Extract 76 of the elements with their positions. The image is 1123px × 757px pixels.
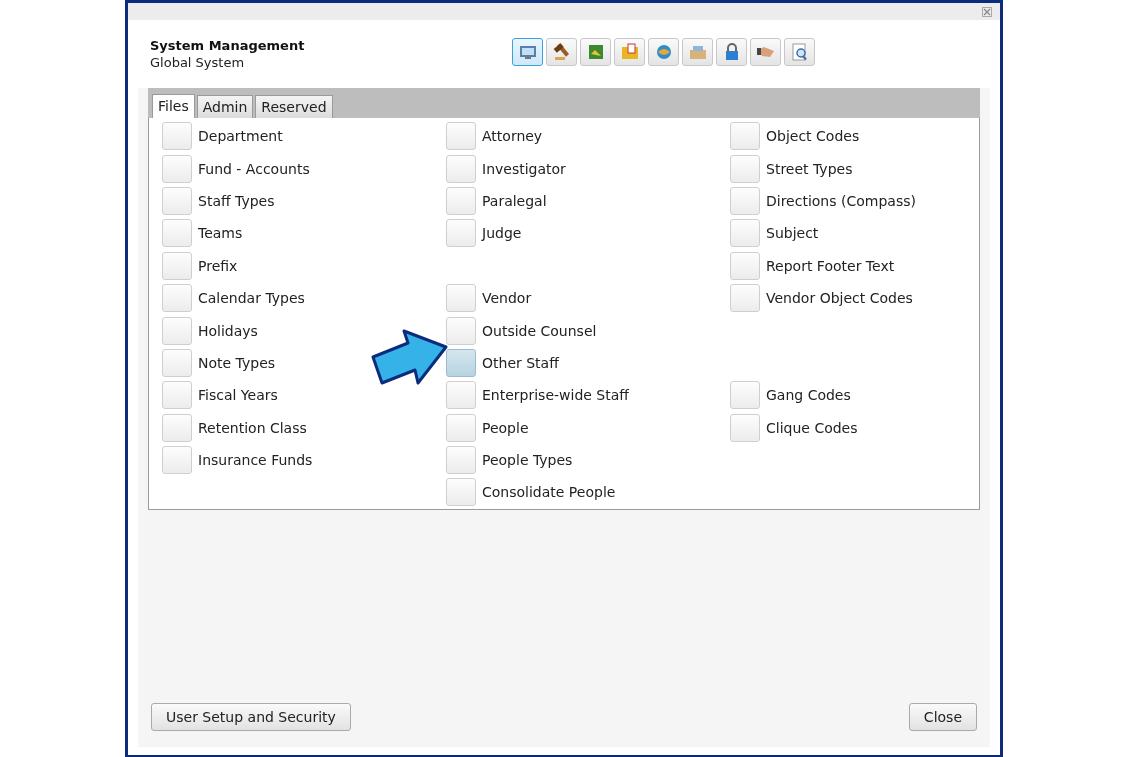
option-button[interactable] <box>446 381 476 410</box>
option-label: Subject <box>766 225 819 242</box>
option-button[interactable] <box>446 284 476 313</box>
option-label: Attorney <box>482 128 543 145</box>
option-label: Paralegal <box>482 192 547 209</box>
option-label: Retention Class <box>198 419 307 436</box>
option-button[interactable] <box>162 122 192 151</box>
option-button[interactable] <box>730 219 760 248</box>
option-button[interactable] <box>162 251 192 280</box>
option-label: Teams <box>198 225 243 242</box>
option-label: Outside Counsel <box>482 322 597 339</box>
option-label: Report Footer Text <box>766 257 895 274</box>
option-button[interactable] <box>162 348 192 377</box>
option-button[interactable] <box>162 316 192 345</box>
option-button[interactable] <box>730 154 760 183</box>
option-button[interactable] <box>730 122 760 151</box>
window-title: System Management <box>150 38 306 53</box>
gavel-icon <box>551 42 572 62</box>
option-label: Note Types <box>198 354 276 371</box>
option-label: Directions (Compass) <box>766 192 916 209</box>
option-label: Consolidate People <box>482 484 616 501</box>
toolbar-button[interactable] <box>784 38 815 66</box>
option-button[interactable] <box>446 446 476 475</box>
option-label: People Types <box>482 452 573 469</box>
option-label: Other Staff <box>482 354 559 371</box>
document-search-icon <box>789 42 810 62</box>
option-button[interactable] <box>730 381 760 410</box>
option-button[interactable] <box>162 381 192 410</box>
option-button[interactable] <box>162 154 192 183</box>
option-button[interactable] <box>446 186 476 215</box>
option-button[interactable] <box>446 413 476 442</box>
option-label: Prefix <box>198 257 238 274</box>
option-label: Staff Types <box>198 192 275 209</box>
option-button[interactable] <box>730 284 760 313</box>
close-button[interactable]: Close <box>908 703 977 731</box>
tab[interactable]: Admin <box>196 95 254 118</box>
option-label: Street Types <box>766 160 853 177</box>
user-setup-button[interactable]: User Setup and Security <box>151 703 351 731</box>
tab[interactable]: Files <box>152 94 195 118</box>
option-button[interactable] <box>446 478 476 507</box>
option-label: Department <box>198 128 283 145</box>
option-button[interactable] <box>162 284 192 313</box>
option-button[interactable] <box>730 413 760 442</box>
tab[interactable]: Reserved <box>255 95 333 118</box>
option-button[interactable] <box>446 219 476 248</box>
option-label: Object Codes <box>766 128 860 145</box>
toolbar-button[interactable] <box>750 38 781 66</box>
option-label: Clique Codes <box>766 419 858 436</box>
option-button[interactable] <box>162 446 192 475</box>
option-button[interactable] <box>446 122 476 151</box>
option-label: Insurance Funds <box>198 452 313 469</box>
option-button[interactable] <box>446 154 476 183</box>
option-button[interactable] <box>162 219 192 248</box>
toolbar-button[interactable] <box>546 38 577 66</box>
option-label: Vendor Object Codes <box>766 290 913 307</box>
option-label: Gang Codes <box>766 387 851 404</box>
option-label: Fund - Accounts <box>198 160 310 177</box>
option-label: Investigator <box>482 160 566 177</box>
option-label: Judge <box>482 225 522 242</box>
option-label: People <box>482 419 529 436</box>
option-label: Enterprise-wide Staff <box>482 387 629 404</box>
close-icon[interactable] <box>982 6 992 17</box>
folder-icon <box>619 42 640 62</box>
option-button[interactable] <box>730 186 760 215</box>
option-button[interactable] <box>730 251 760 280</box>
option-label: Calendar Types <box>198 290 305 307</box>
option-button[interactable] <box>162 186 192 215</box>
option-button[interactable] <box>162 413 192 442</box>
option-label: Vendor <box>482 290 532 307</box>
toolbar-button[interactable] <box>580 38 611 66</box>
window-subtitle: Global System <box>150 55 246 70</box>
toolbar-button[interactable] <box>716 38 747 66</box>
option-label: Holidays <box>198 322 258 339</box>
option-button[interactable] <box>446 316 476 345</box>
option-button[interactable] <box>446 348 476 377</box>
option-label: Fiscal Years <box>198 387 278 404</box>
